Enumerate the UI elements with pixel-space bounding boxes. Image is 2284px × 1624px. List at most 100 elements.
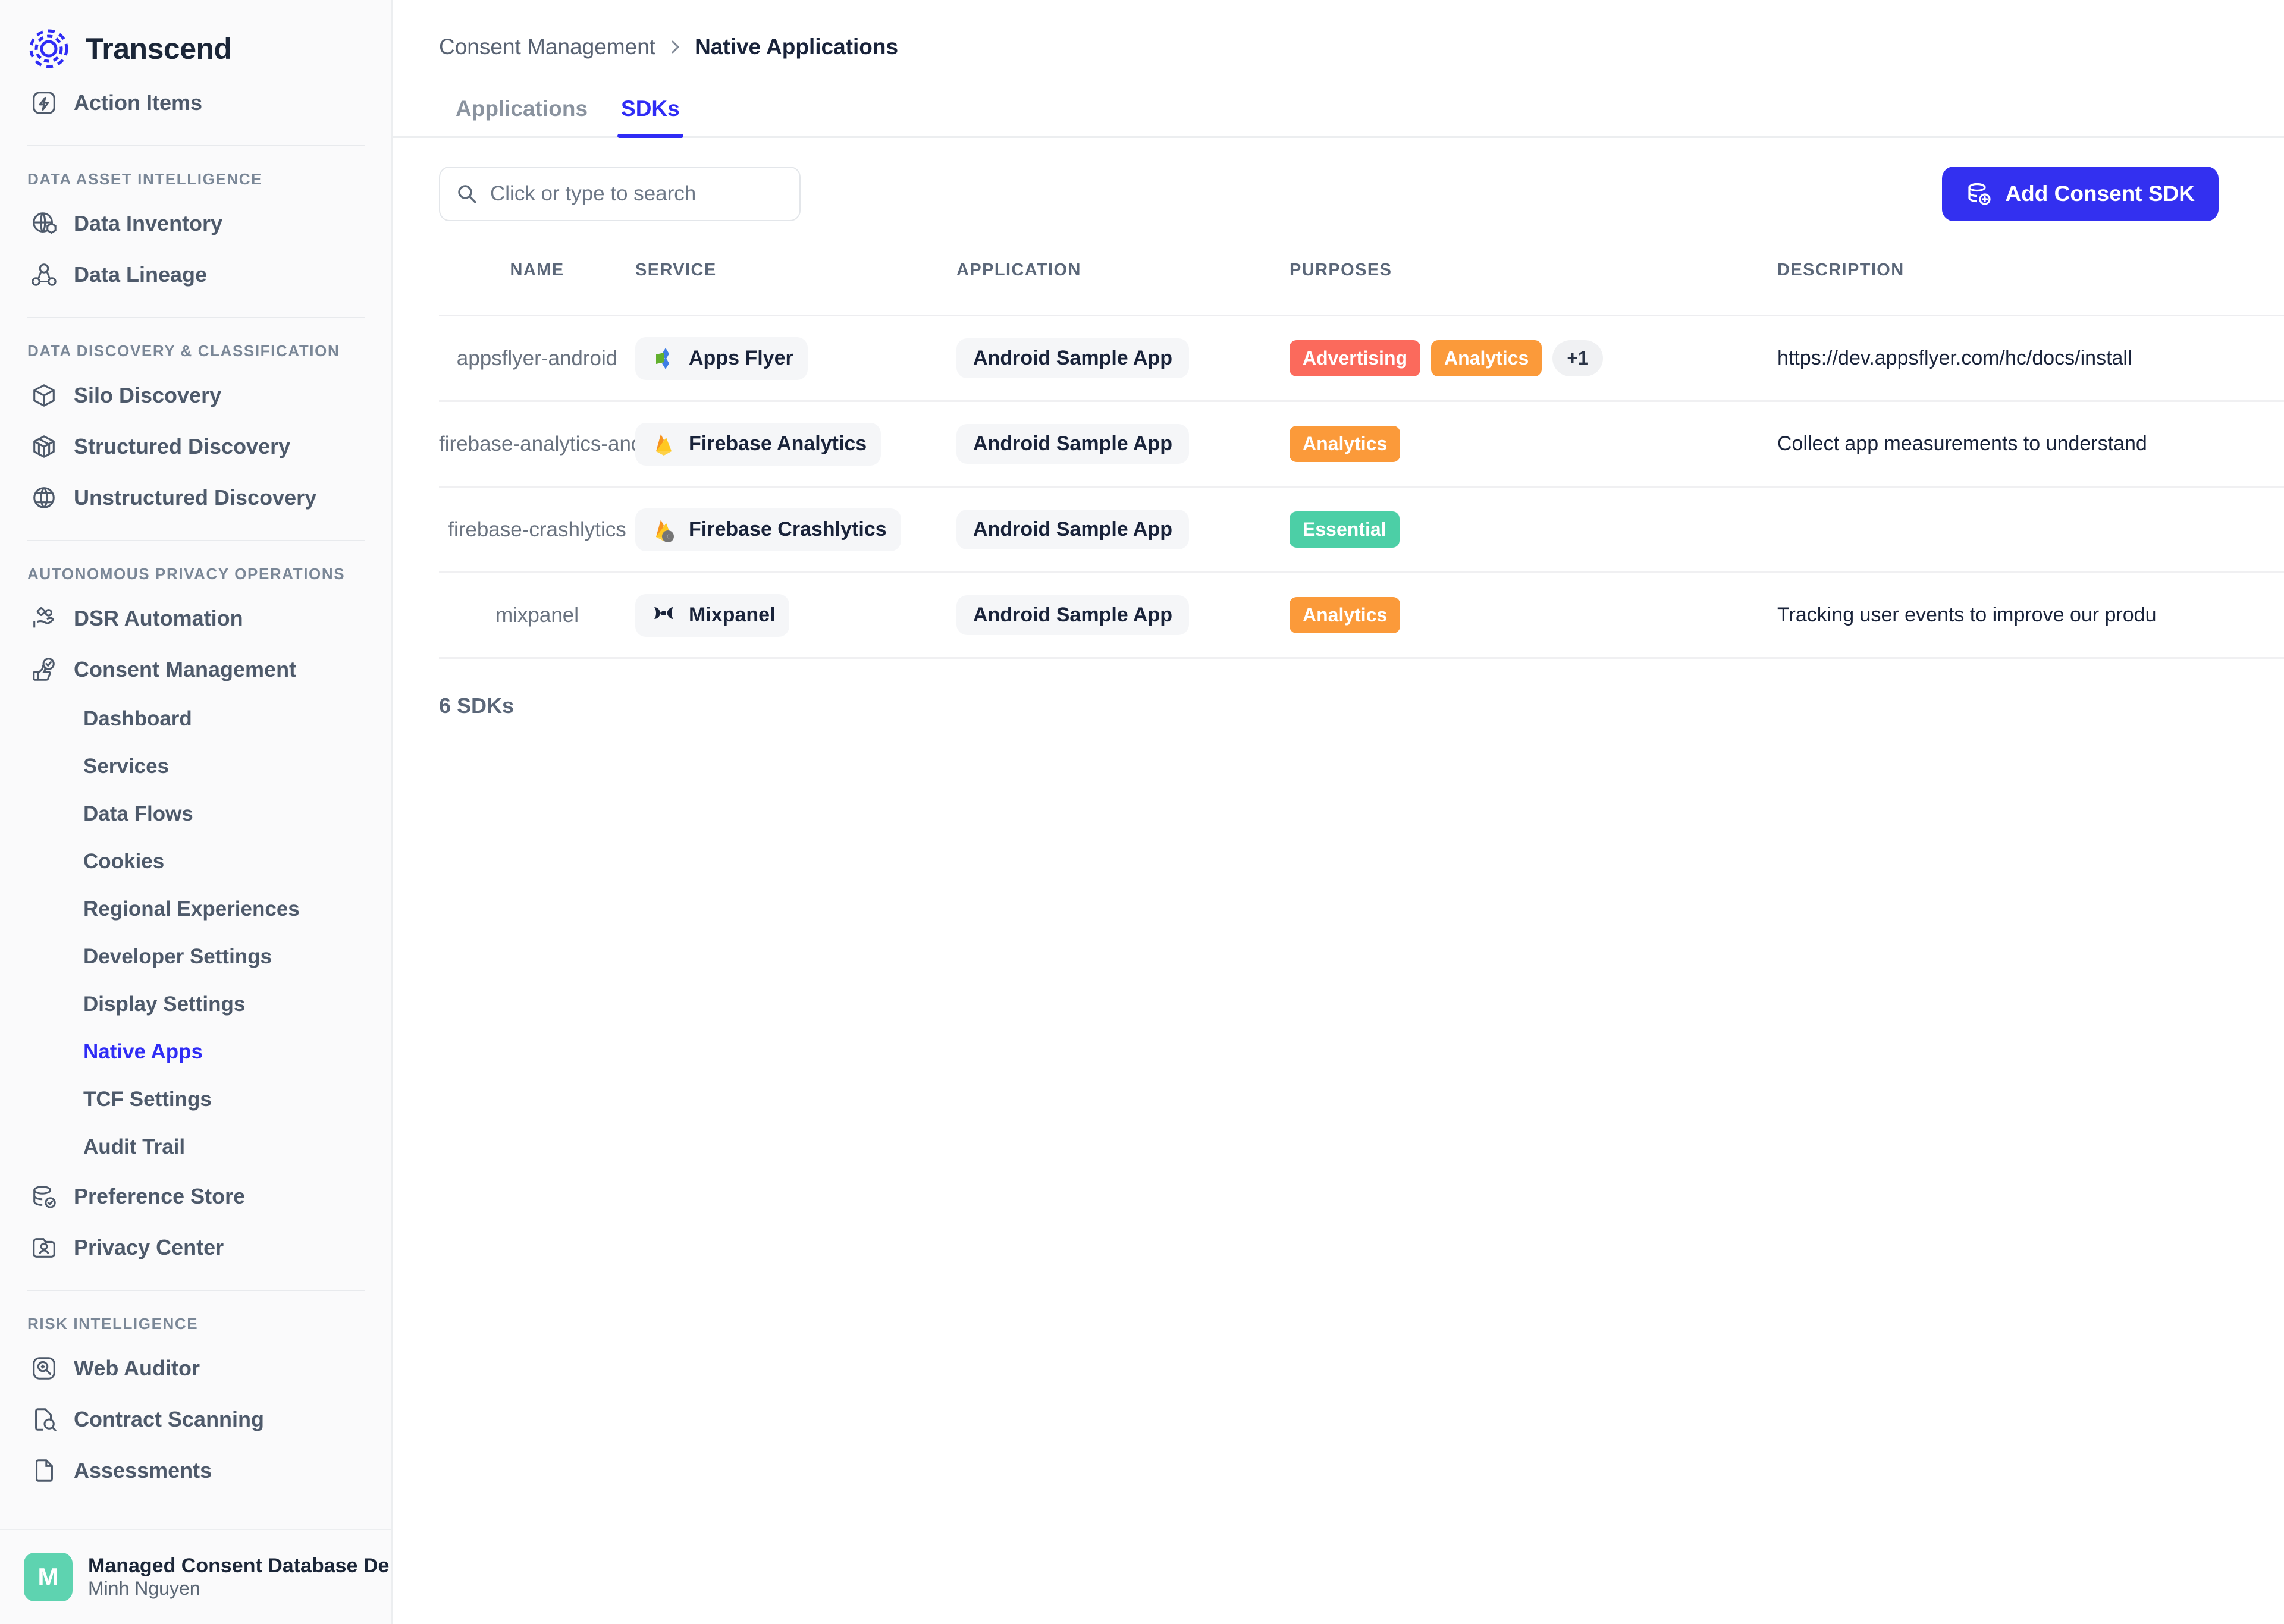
sidebar-item-structured-discovery[interactable]: Structured Discovery xyxy=(0,421,391,472)
sidebar-subitem-label: Services xyxy=(83,755,170,778)
purpose-badges: Advertising Analytics +1 xyxy=(1290,340,1777,376)
cell-name: mixpanel xyxy=(439,573,635,658)
mixpanel-logo-icon xyxy=(650,601,678,630)
service-chip[interactable]: Firebase Analytics xyxy=(635,422,881,466)
tab-sdks[interactable]: SDKs xyxy=(604,96,697,138)
sidebar-item-dsr-automation[interactable]: DSR Automation xyxy=(0,593,391,644)
table-row[interactable]: firebase-analytics-android Firebase Anal… xyxy=(439,401,2284,487)
sidebar-item-data-inventory[interactable]: Data Inventory xyxy=(0,198,391,249)
sidebar-subitem-native-apps[interactable]: Native Apps xyxy=(0,1028,391,1076)
brand[interactable]: Transcend xyxy=(0,0,391,77)
sidebar-item-data-lineage[interactable]: Data Lineage xyxy=(0,249,391,300)
sidebar-item-label: Web Auditor xyxy=(74,1356,200,1380)
cell-description: Tracking user events to improve our prod… xyxy=(1777,573,2284,658)
sidebar-subitem-data-flows[interactable]: Data Flows xyxy=(0,790,391,838)
table-head: NAME SERVICE APPLICATION PURPOSES DESCRI… xyxy=(439,245,2284,316)
sidebar-subitem-display-settings[interactable]: Display Settings xyxy=(0,981,391,1028)
sidebar-subitem-services[interactable]: Services xyxy=(0,743,391,790)
service-name: Mixpanel xyxy=(689,604,776,626)
sidebar-item-web-auditor[interactable]: Web Auditor xyxy=(0,1343,391,1394)
sidebar-subitem-label: Audit Trail xyxy=(83,1135,186,1158)
column-header-purposes[interactable]: PURPOSES xyxy=(1290,245,1777,316)
document-search-icon xyxy=(29,1404,59,1435)
cell-service: Mixpanel xyxy=(635,573,956,658)
user-name: Minh Nguyen xyxy=(88,1578,200,1599)
sidebar-item-contract-scanning[interactable]: Contract Scanning xyxy=(0,1394,391,1445)
sidebar-item-unstructured-discovery[interactable]: Unstructured Discovery xyxy=(0,472,391,523)
breadcrumb: Consent Management Native Applications xyxy=(393,0,2284,59)
sidebar-item-assessments[interactable]: Assessments xyxy=(0,1445,391,1496)
sdk-name: firebase-crashlytics xyxy=(448,517,626,541)
service-chip[interactable]: Apps Flyer xyxy=(635,337,808,380)
sidebar-section-title-0: DATA ASSET INTELLIGENCE xyxy=(27,170,263,188)
sidebar-item-label: Preference Store xyxy=(74,1184,246,1208)
service-name: Firebase Analytics xyxy=(689,432,867,455)
sidebar-item-label: Contract Scanning xyxy=(74,1407,265,1431)
database-check-icon xyxy=(29,1181,59,1212)
sdk-count: 6 SDKs xyxy=(439,693,514,718)
sidebar-item-silo-discovery[interactable]: Silo Discovery xyxy=(0,370,391,421)
column-header-application[interactable]: APPLICATION xyxy=(956,245,1290,316)
application-chip[interactable]: Android Sample App xyxy=(956,595,1189,635)
cell-application: Android Sample App xyxy=(956,573,1290,658)
tab-bar: Applications SDKs xyxy=(393,59,2284,138)
cell-service: Firebase Crashlytics xyxy=(635,487,956,573)
sidebar-subitem-label: TCF Settings xyxy=(83,1088,212,1111)
search-placeholder: Click or type to search xyxy=(490,182,697,205)
sidebar-item-label: Structured Discovery xyxy=(74,434,291,458)
sidebar-subitem-regional-experiences[interactable]: Regional Experiences xyxy=(0,885,391,933)
sidebar-item-preference-store[interactable]: Preference Store xyxy=(0,1171,391,1222)
cell-name: firebase-analytics-android xyxy=(439,401,677,487)
user-texts: Managed Consent Database De Minh Nguyen xyxy=(88,1554,389,1600)
sidebar-item-label: Silo Discovery xyxy=(74,383,222,407)
sidebar-item-action-items[interactable]: Action Items xyxy=(0,77,391,128)
firebase-crashlytics-logo-icon xyxy=(650,516,678,544)
add-consent-sdk-button[interactable]: Add Consent SDK xyxy=(1942,167,2219,221)
status-badge: Essential xyxy=(1290,511,1400,548)
appsflyer-logo-icon xyxy=(650,344,678,373)
sdk-description: https://dev.appsflyer.com/hc/docs/instal… xyxy=(1777,347,2132,369)
status-badge: Analytics xyxy=(1431,340,1542,376)
sidebar-subitem-audit-trail[interactable]: Audit Trail xyxy=(0,1123,391,1171)
application-name: Android Sample App xyxy=(973,604,1172,626)
table-row[interactable]: mixpanel Mixpanel Android Sample App Ana… xyxy=(439,573,2284,658)
sdk-description: Tracking user events to improve our prod… xyxy=(1777,604,2157,626)
table-row[interactable]: firebase-crashlytics Firebase Crashlytic… xyxy=(439,487,2284,573)
column-header-name[interactable]: NAME xyxy=(439,245,635,316)
table-row[interactable]: appsflyer-android Apps Flyer Android Sam… xyxy=(439,316,2284,401)
status-badge: Analytics xyxy=(1290,426,1401,462)
application-chip[interactable]: Android Sample App xyxy=(956,510,1189,549)
sidebar-subitem-developer-settings[interactable]: Developer Settings xyxy=(0,933,391,981)
cell-description: https://dev.appsflyer.com/hc/docs/instal… xyxy=(1777,316,2284,401)
application-chip[interactable]: Android Sample App xyxy=(956,338,1189,378)
service-chip[interactable]: Firebase Crashlytics xyxy=(635,508,901,551)
sidebar-subitem-dashboard[interactable]: Dashboard xyxy=(0,695,391,743)
cell-name: appsflyer-android xyxy=(439,316,635,401)
thumbs-up-check-icon xyxy=(29,654,59,685)
sidebar-item-consent-management[interactable]: Consent Management xyxy=(0,644,391,695)
lineage-nodes-icon xyxy=(29,259,59,290)
application-name: Android Sample App xyxy=(973,347,1172,369)
database-plus-icon xyxy=(1966,181,1992,207)
breadcrumb-parent[interactable]: Consent Management xyxy=(439,34,655,59)
column-header-service[interactable]: SERVICE xyxy=(635,245,956,316)
sidebar-subitem-cookies[interactable]: Cookies xyxy=(0,838,391,885)
firebase-logo-icon xyxy=(650,430,678,458)
sidebar-subitem-tcf-settings[interactable]: TCF Settings xyxy=(0,1076,391,1123)
purpose-overflow-badge[interactable]: +1 xyxy=(1552,340,1603,376)
sidebar-item-label: Consent Management xyxy=(74,657,297,681)
service-chip[interactable]: Mixpanel xyxy=(635,593,790,637)
magnifier-square-icon xyxy=(29,1353,59,1384)
application-chip[interactable]: Android Sample App xyxy=(956,424,1189,464)
column-header-description[interactable]: DESCRIPTION xyxy=(1777,245,2284,316)
sidebar-section-title-1: DATA DISCOVERY & CLASSIFICATION xyxy=(27,342,340,360)
tab-applications[interactable]: Applications xyxy=(439,96,604,138)
sidebar-item-privacy-center[interactable]: Privacy Center xyxy=(0,1222,391,1273)
cell-application: Android Sample App xyxy=(956,316,1290,401)
hand-data-icon xyxy=(29,603,59,634)
sidebar-subitem-label: Display Settings xyxy=(83,992,246,1016)
sidebar-scroll[interactable]: Transcend Action Items DATA ASSET INTELL… xyxy=(0,0,391,1528)
sidebar-user-card[interactable]: M Managed Consent Database De Minh Nguye… xyxy=(0,1529,391,1624)
search-input[interactable]: Click or type to search xyxy=(439,167,801,221)
status-badge: Advertising xyxy=(1290,340,1421,376)
